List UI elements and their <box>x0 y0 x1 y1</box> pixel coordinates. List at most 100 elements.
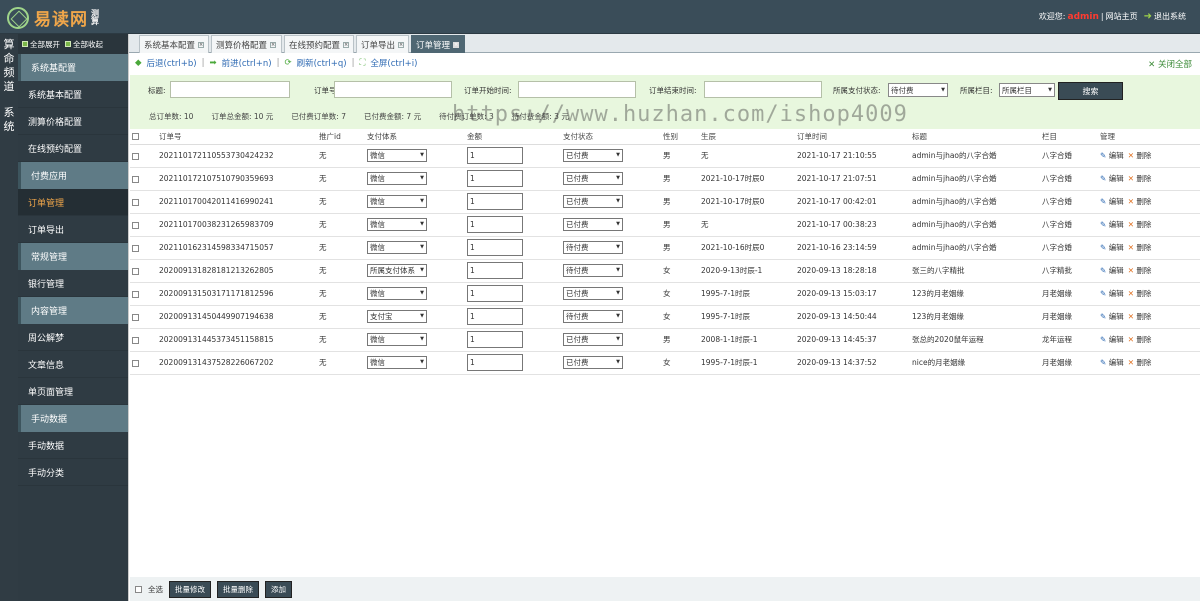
pay-status-select[interactable]: 已付费 <box>563 333 623 346</box>
amount-input[interactable]: 1 <box>467 308 523 325</box>
refresh-button[interactable]: 刷新(ctrl+q) <box>297 57 347 69</box>
column-header[interactable]: 订单号 <box>157 129 317 145</box>
delete-icon[interactable]: ✕ <box>1128 358 1134 367</box>
fullscreen-button[interactable]: 全屏(ctrl+i) <box>370 57 417 69</box>
pay-status-select[interactable]: 已付费 <box>563 172 623 185</box>
channel-char[interactable]: 算 <box>0 38 18 52</box>
batch-delete-button[interactable]: 批量删除 <box>217 580 259 598</box>
table-row[interactable]: 202009131445373451158815无微信 1 已付费 男2008-1-1… <box>130 328 1200 352</box>
delete-icon[interactable]: ✕ <box>1128 335 1134 344</box>
row-checkbox[interactable] <box>132 313 139 321</box>
column-header[interactable]: 支付体系 <box>365 129 465 145</box>
sidebar-item-system-config[interactable]: 系统基本配置 <box>18 81 128 108</box>
edit-link[interactable]: 编辑 <box>1109 220 1124 229</box>
sidebar-item-dreams[interactable]: 周公解梦 <box>18 324 128 351</box>
amount-input[interactable]: 1 <box>467 216 523 233</box>
column-select[interactable]: 所属栏目 <box>999 83 1055 97</box>
add-button[interactable]: 添加 <box>265 580 292 598</box>
system-char[interactable]: 统 <box>0 120 18 134</box>
row-checkbox[interactable] <box>132 290 139 298</box>
row-checkbox[interactable] <box>132 221 139 229</box>
row-checkbox[interactable] <box>132 336 139 344</box>
row-checkbox[interactable] <box>132 359 139 367</box>
close-icon[interactable]: × <box>270 41 277 48</box>
delete-icon[interactable]: ✕ <box>1128 312 1134 321</box>
table-row[interactable]: 202009131450449907194638无支付宝 1 待付费 女1995-7-… <box>130 305 1200 329</box>
table-row[interactable]: 202110170042011416990241无微信1已付费男2021-10-… <box>130 190 1200 214</box>
edit-icon[interactable]: ✎ <box>1100 335 1106 344</box>
edit-icon[interactable]: ✎ <box>1100 197 1106 206</box>
delete-link[interactable]: 删除 <box>1136 289 1151 298</box>
row-checkbox[interactable] <box>132 152 139 160</box>
amount-input[interactable]: 1 <box>467 239 523 256</box>
pay-status-select[interactable]: 已付费 <box>563 356 623 369</box>
edit-icon[interactable]: ✎ <box>1100 289 1106 298</box>
delete-link[interactable]: 删除 <box>1136 151 1151 160</box>
column-header[interactable]: 订单时间 <box>795 129 910 145</box>
collapse-all-button[interactable]: 全部收起 <box>65 39 103 50</box>
edit-link[interactable]: 编辑 <box>1109 151 1124 160</box>
start-time-input[interactable] <box>518 81 636 98</box>
tab-system-config[interactable]: 系统基本配置 × <box>139 35 209 53</box>
table-row[interactable]: 202110172110553730424232无微信1已付费男无2021-10… <box>130 144 1200 168</box>
title-input[interactable] <box>170 81 290 98</box>
close-all-button[interactable]: ✕ 关闭全部 <box>1148 58 1192 70</box>
site-home-link[interactable]: 网站主页 <box>1106 11 1138 22</box>
tab-price-config[interactable]: 测算价格配置 × <box>211 35 282 53</box>
delete-icon[interactable]: ✕ <box>1128 220 1134 229</box>
edit-icon[interactable]: ✎ <box>1100 151 1106 160</box>
sidebar-group-manual[interactable]: 手动数据 <box>18 405 128 432</box>
end-time-input[interactable] <box>704 81 822 98</box>
channel-char[interactable]: 命 <box>0 52 18 66</box>
edit-link[interactable]: 编辑 <box>1109 289 1124 298</box>
sidebar-item-order-manage[interactable]: 订单管理 <box>18 189 128 216</box>
pay-status-select[interactable]: 已付费 <box>563 149 623 162</box>
edit-link[interactable]: 编辑 <box>1109 266 1124 275</box>
edit-link[interactable]: 编辑 <box>1109 243 1124 252</box>
table-row[interactable]: 202110172107510790359693无微信1已付费男2021-10-… <box>130 167 1200 191</box>
forward-button[interactable]: 前进(ctrl+n) <box>222 57 272 69</box>
amount-input[interactable]: 1 <box>467 354 523 371</box>
amount-input[interactable]: 1 <box>467 147 523 164</box>
table-row[interactable]: 202009131437528226067202无微信 1 已付费 女1995-7-1… <box>130 351 1200 375</box>
pay-status-select[interactable]: 待付费 <box>563 310 623 323</box>
channel-char[interactable]: 道 <box>0 80 18 94</box>
column-header[interactable]: 推广id <box>317 129 365 145</box>
close-icon[interactable]: × <box>453 41 460 48</box>
sidebar-group-system[interactable]: 系统基配置 <box>18 54 128 81</box>
delete-icon[interactable]: ✕ <box>1128 243 1134 252</box>
sidebar-item-price-config[interactable]: 测算价格配置 <box>18 108 128 135</box>
pay-status-select[interactable]: 待付费 <box>563 264 623 277</box>
row-checkbox[interactable] <box>132 198 139 206</box>
close-icon[interactable]: × <box>398 41 405 48</box>
edit-link[interactable]: 编辑 <box>1109 312 1124 321</box>
pay-system-select[interactable]: 微信 <box>367 333 427 346</box>
pay-status-select[interactable]: 待付费 <box>563 241 623 254</box>
column-header[interactable]: 支付状态 <box>561 129 661 145</box>
amount-input[interactable]: 1 <box>467 193 523 210</box>
column-header[interactable]: 标题 <box>910 129 1040 145</box>
pay-system-select[interactable]: 微信 <box>367 195 427 208</box>
edit-icon[interactable]: ✎ <box>1100 266 1106 275</box>
delete-link[interactable]: 删除 <box>1136 220 1151 229</box>
sidebar-group-content[interactable]: 内容管理 <box>18 297 128 324</box>
pay-system-select[interactable]: 微信 <box>367 356 427 369</box>
delete-link[interactable]: 删除 <box>1136 358 1151 367</box>
edit-link[interactable]: 编辑 <box>1109 358 1124 367</box>
table-row[interactable]: 202110162314598334715057无微信1待付费男2021-10-… <box>130 236 1200 260</box>
system-char[interactable]: 系 <box>0 106 18 120</box>
order-no-input[interactable] <box>334 81 452 98</box>
pay-status-select[interactable]: 待付费 <box>888 83 948 97</box>
pay-system-select[interactable]: 微信 <box>367 287 427 300</box>
back-button[interactable]: 后退(ctrl+b) <box>147 57 197 69</box>
tab-order-manage[interactable]: 订单管理 × <box>411 35 465 53</box>
edit-icon[interactable]: ✎ <box>1100 358 1106 367</box>
sidebar-group-paid[interactable]: 付费应用 <box>18 162 128 189</box>
footer-select-all-checkbox[interactable] <box>135 585 142 593</box>
batch-edit-button[interactable]: 批量修改 <box>169 580 211 598</box>
column-header[interactable]: 性别 <box>661 129 699 145</box>
edit-icon[interactable]: ✎ <box>1100 243 1106 252</box>
delete-link[interactable]: 删除 <box>1136 312 1151 321</box>
row-checkbox[interactable] <box>132 267 139 275</box>
expand-all-button[interactable]: 全部展开 <box>22 39 60 50</box>
